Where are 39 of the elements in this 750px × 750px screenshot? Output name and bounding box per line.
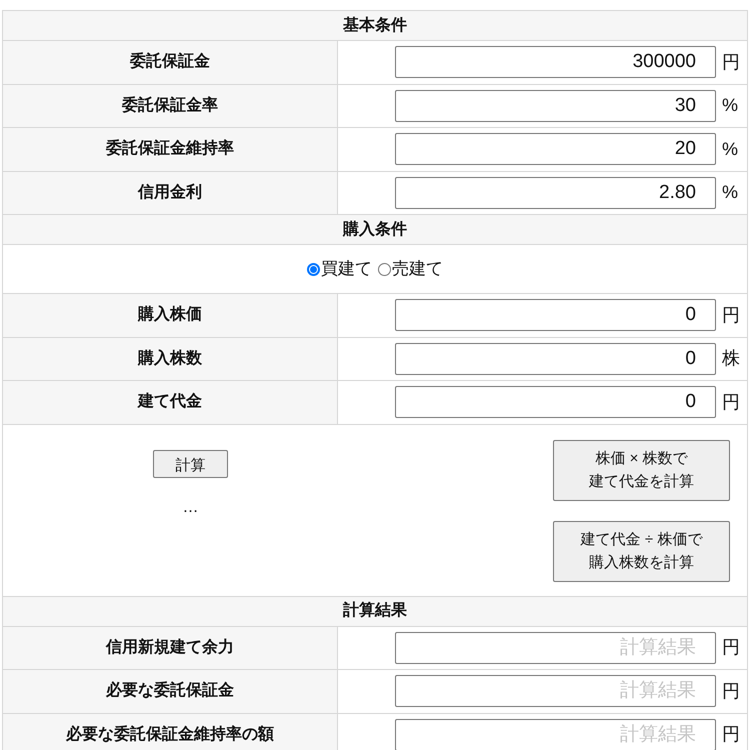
radio-option[interactable]: 売建て bbox=[378, 256, 443, 282]
number-field[interactable]: 計算結果 bbox=[395, 632, 716, 664]
unit-label: % bbox=[722, 181, 738, 204]
unit-label: 円 bbox=[722, 680, 740, 703]
calculate-button[interactable]: 建て代金 ÷ 株価で 購入株数を計算 bbox=[553, 520, 730, 582]
unit-label: % bbox=[722, 138, 738, 161]
unit-label: 円 bbox=[722, 304, 740, 327]
number-field[interactable]: 計算結果 bbox=[395, 675, 716, 708]
unit-label: 円 bbox=[722, 50, 740, 74]
number-field[interactable]: 0 bbox=[395, 342, 716, 375]
field-label: 必要な委託保証金 bbox=[106, 680, 234, 702]
status-text: … bbox=[182, 498, 198, 518]
section-title: 計算結果 bbox=[343, 600, 407, 621]
number-field[interactable]: 2.80 bbox=[395, 176, 716, 209]
unit-label: % bbox=[722, 94, 738, 118]
calculate-button[interactable]: 株価 × 株数で 建て代金を計算 bbox=[553, 440, 730, 500]
field-label: 購入株価 bbox=[138, 304, 202, 326]
section-title: 購入条件 bbox=[343, 219, 407, 240]
number-field[interactable]: 20 bbox=[395, 133, 716, 166]
number-field[interactable]: 0 bbox=[395, 299, 716, 332]
field-label: 必要な委託保証金維持率の額 bbox=[66, 724, 274, 745]
field-label: 委託保証金率 bbox=[122, 95, 218, 116]
unit-label: 株 bbox=[722, 347, 740, 370]
field-label: 信用新規建て余力 bbox=[106, 637, 234, 658]
field-label: 建て代金 bbox=[138, 392, 202, 412]
unit-label: 円 bbox=[722, 390, 740, 414]
number-field[interactable]: 0 bbox=[395, 386, 716, 418]
field-label: 信用金利 bbox=[138, 182, 202, 203]
radio-option[interactable]: 買建て bbox=[307, 256, 372, 282]
calculate-button[interactable]: 計算 bbox=[153, 450, 228, 478]
unit-label: 円 bbox=[722, 636, 740, 660]
number-field[interactable]: 30 bbox=[395, 90, 716, 122]
number-field[interactable]: 300000 bbox=[395, 46, 716, 78]
section-title: 基本条件 bbox=[343, 16, 407, 36]
field-label: 購入株数 bbox=[138, 348, 202, 369]
field-label: 委託保証金 bbox=[130, 51, 210, 72]
number-field[interactable]: 計算結果 bbox=[395, 718, 716, 750]
unit-label: 円 bbox=[722, 723, 740, 746]
field-label: 委託保証金維持率 bbox=[106, 138, 234, 160]
